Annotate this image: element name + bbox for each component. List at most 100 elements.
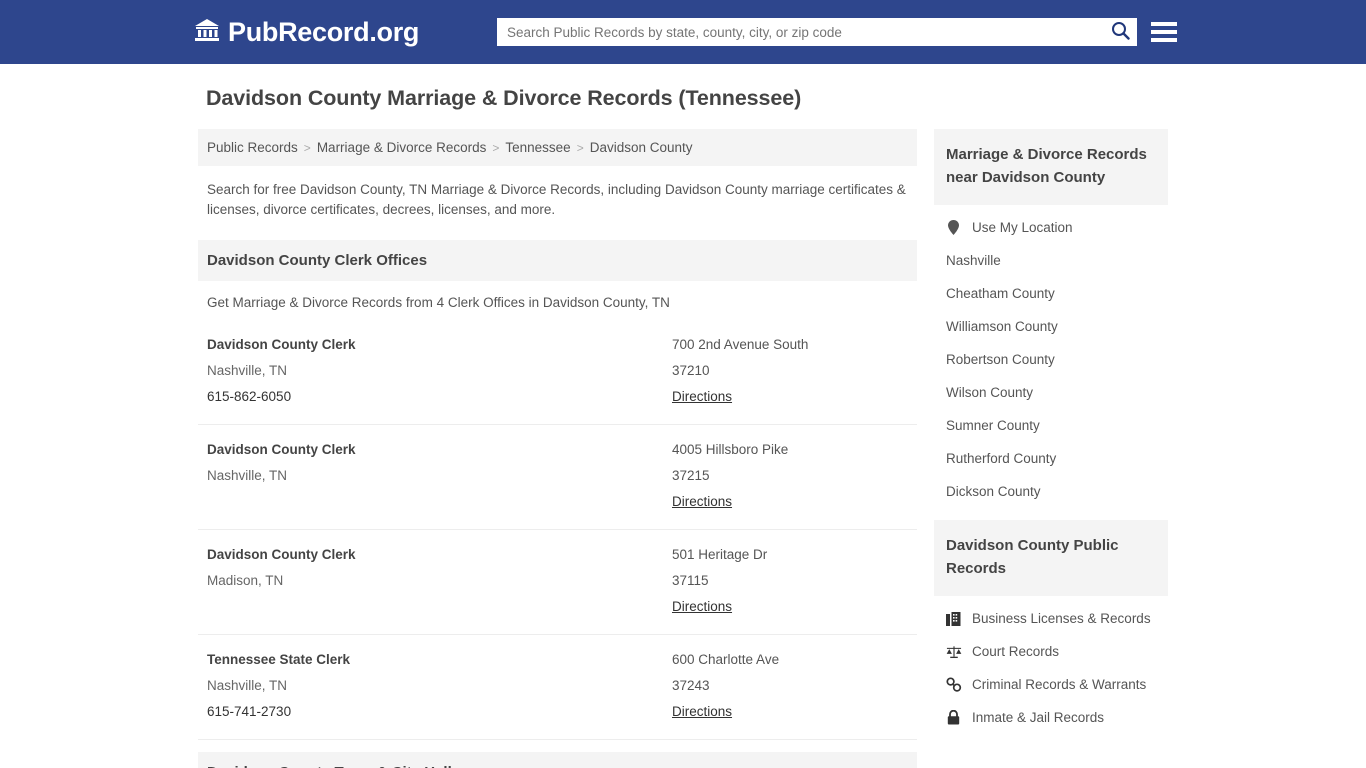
sidebar-item-label: Cheatham County [945,286,1055,301]
breadcrumb-item-marriage-divorce-records[interactable]: Marriage & Divorce Records [317,140,487,155]
listing-city: Madison, TN [207,573,284,588]
listing-left: Davidson County Clerk Nashville, TN [207,437,672,515]
page-intro-text: Search for free Davidson County, TN Marr… [207,182,906,217]
listing-zip: 37215 [672,468,710,483]
section-heading-clerk-offices: Davidson County Clerk Offices [198,240,917,281]
hamburger-menu-button[interactable] [1151,18,1177,46]
sidebar-heading-nearby: Marriage & Divorce Records near Davidson… [933,129,1168,205]
sidebar-item-rutherford-county[interactable]: Rutherford County [934,442,1168,475]
listing-right: 600 Charlotte Ave 37243 Directions [672,647,908,725]
table-row: Davidson County Clerk Madison, TN 501 He… [198,530,917,635]
site-header: PubRecord.org [0,0,1366,64]
sidebar-item-label: Wilson County [945,385,1034,400]
directions-link[interactable]: Directions [672,389,732,404]
breadcrumb: Public Records > Marriage & Divorce Reco… [198,129,917,166]
page-title: Davidson County Marriage & Divorce Recor… [206,86,802,110]
listing-left: Davidson County Clerk Madison, TN [207,542,672,620]
search-bar [497,18,1137,46]
listing-name: Davidson County Clerk [207,547,356,562]
listing-left: Tennessee State Clerk Nashville, TN 615-… [207,647,672,725]
content-container: Davidson County Marriage & Divorce Recor… [198,64,1168,768]
listing-address: 501 Heritage Dr [672,547,768,562]
section-subtitle-clerk-offices: Get Marriage & Divorce Records from 4 Cl… [207,295,670,310]
breadcrumb-separator: > [303,140,311,155]
sidebar-item-wilson-county[interactable]: Wilson County [934,376,1168,409]
listing-city: Nashville, TN [207,678,288,693]
handcuffs-icon [946,677,962,692]
listing-address: 4005 Hillsboro Pike [672,442,789,457]
listing-phone: 615-741-2730 [207,704,292,719]
sidebar: Marriage & Divorce Records near Davidson… [933,129,1168,734]
sidebar-heading-public-records: Davidson County Public Records [933,520,1168,596]
listing-zip: 37243 [672,678,710,693]
sidebar-item-label: Williamson County [945,319,1058,334]
listing-right: 700 2nd Avenue South 37210 Directions [672,332,908,410]
listing-name: Davidson County Clerk [207,337,356,352]
sidebar-item-criminal-records[interactable]: Criminal Records & Warrants [934,668,1168,701]
sidebar-item-label: Criminal Records & Warrants [971,677,1147,692]
breadcrumb-item-tennessee[interactable]: Tennessee [505,140,570,155]
table-row: Davidson County Clerk Nashville, TN 4005… [198,425,917,530]
directions-link[interactable]: Directions [672,494,732,509]
listing-phone: 615-862-6050 [207,389,292,404]
listing-left: Davidson County Clerk Nashville, TN 615-… [207,332,672,410]
content-columns: Public Records > Marriage & Divorce Reco… [198,129,1168,768]
breadcrumb-separator: > [576,140,584,155]
main-column: Public Records > Marriage & Divorce Reco… [198,129,917,768]
breadcrumb-separator: > [492,140,500,155]
page-body: Davidson County Marriage & Divorce Recor… [0,64,1366,768]
directions-link[interactable]: Directions [672,599,732,614]
search-icon [1111,21,1130,43]
sidebar-item-dickson-county[interactable]: Dickson County [934,475,1168,508]
sidebar-item-label: Business Licenses & Records [971,611,1151,626]
listing-address: 700 2nd Avenue South [672,337,809,352]
sidebar-item-court-records[interactable]: Court Records [934,635,1168,668]
sidebar-item-nashville[interactable]: Nashville [934,244,1168,277]
hamburger-menu-icon [1151,38,1177,42]
sidebar-item-sumner-county[interactable]: Sumner County [934,409,1168,442]
listing-right: 4005 Hillsboro Pike 37215 Directions [672,437,908,515]
sidebar-item-label: Use My Location [971,220,1073,235]
listing-zip: 37210 [672,363,710,378]
directions-link[interactable]: Directions [672,704,732,719]
breadcrumb-item-davidson-county[interactable]: Davidson County [590,140,693,155]
sidebar-public-records-list: Business Licenses & Records Court Record… [934,596,1168,734]
sidebar-item-business-licenses[interactable]: Business Licenses & Records [934,602,1168,635]
listing-name: Tennessee State Clerk [207,652,351,667]
table-row: Davidson County Clerk Nashville, TN 615-… [198,320,917,425]
table-row: Tennessee State Clerk Nashville, TN 615-… [198,635,917,740]
sidebar-item-use-my-location[interactable]: Use My Location [934,211,1168,244]
search-input[interactable] [497,19,1103,45]
sidebar-item-cheatham-county[interactable]: Cheatham County [934,277,1168,310]
map-pin-icon [946,220,962,235]
listing-city: Nashville, TN [207,363,288,378]
scales-of-justice-icon [946,645,962,659]
sidebar-item-inmate-jail-records[interactable]: Inmate & Jail Records [934,701,1168,734]
breadcrumb-item-public-records[interactable]: Public Records [207,140,298,155]
listing-city: Nashville, TN [207,468,288,483]
listing-name: Davidson County Clerk [207,442,356,457]
site-logo-text: PubRecord.org [228,16,420,47]
listing-zip: 37115 [672,573,709,588]
building-icon [946,611,962,626]
sidebar-item-label: Dickson County [945,484,1041,499]
sidebar-nearby-list: Use My Location Nashville Cheatham Count… [934,205,1168,508]
section-heading-town-city-halls: Davidson County Town & City Halls [198,752,917,768]
bank-icon [194,17,220,47]
search-button[interactable] [1103,18,1137,46]
sidebar-item-robertson-county[interactable]: Robertson County [934,343,1168,376]
hamburger-menu-icon [1151,30,1177,34]
sidebar-item-label: Nashville [945,253,1001,268]
sidebar-item-label: Court Records [971,644,1060,659]
sidebar-item-label: Rutherford County [945,451,1057,466]
sidebar-item-williamson-county[interactable]: Williamson County [934,310,1168,343]
sidebar-item-label: Robertson County [945,352,1055,367]
sidebar-item-label: Inmate & Jail Records [971,710,1105,725]
site-logo[interactable]: PubRecord.org [194,17,419,48]
listing-address: 600 Charlotte Ave [672,652,780,667]
hamburger-menu-icon [1151,22,1177,26]
sidebar-item-label: Sumner County [945,418,1040,433]
lock-icon [946,710,962,725]
listing-right: 501 Heritage Dr 37115 Directions [672,542,908,620]
